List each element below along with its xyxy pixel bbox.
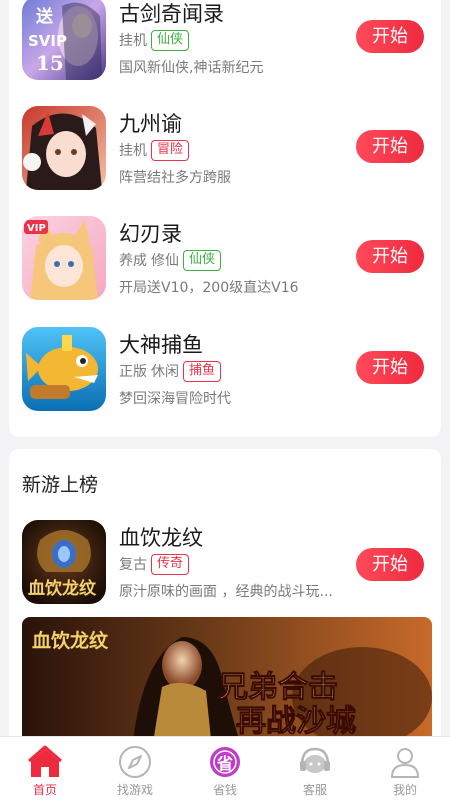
game-tag: 复古 <box>119 557 147 573</box>
game-name[interactable]: 幻刃录 <box>119 218 182 248</box>
genre-badge: 冒险 <box>151 139 190 161</box>
game-tag: 修仙 <box>151 253 179 269</box>
game-name[interactable]: 大神捕鱼 <box>119 329 203 359</box>
tab-save-money[interactable]: 省 省钱 <box>180 737 270 800</box>
game-icon[interactable]: VIP <box>22 216 106 300</box>
game-item[interactable]: 送 SVIP 15 古剑奇闻录 挂机 仙侠 国风新仙侠,神话新纪元 开始 <box>22 0 432 96</box>
banner-slogan-1: 兄弟合击 <box>218 670 338 705</box>
tab-label: 我的 <box>392 783 417 797</box>
game-description: 开局送V10，200级直达V16 <box>119 280 299 296</box>
start-button[interactable]: 开始 <box>356 240 424 273</box>
game-tags: 复古 传奇 <box>119 553 190 575</box>
game-description: 原汁原味的画面 ，经典的战斗玩... <box>119 584 333 600</box>
section-title: 新游上榜 <box>22 474 99 496</box>
game-tags: 养成 修仙 仙侠 <box>119 249 222 271</box>
start-button[interactable]: 开始 <box>356 351 424 384</box>
tab-home[interactable]: 首页 <box>0 737 90 800</box>
start-button[interactable]: 开始 <box>356 548 424 581</box>
compass-icon <box>117 745 153 779</box>
banner-slogan-2: 再战沙城 <box>236 704 356 739</box>
game-item[interactable]: 九州谕 挂机 冒险 阵营结社多方跨服 开始 <box>22 106 432 206</box>
save-money-icon: 省 <box>207 745 243 779</box>
game-tags: 正版 休闲 捕鱼 <box>119 360 222 382</box>
game-name[interactable]: 九州谕 <box>119 108 182 138</box>
tab-label: 省钱 <box>212 783 237 797</box>
game-tag: 休闲 <box>151 364 179 380</box>
game-tag: 正版 <box>119 364 147 380</box>
svg-text:15: 15 <box>36 51 64 75</box>
game-tag: 挂机 <box>119 33 147 49</box>
game-tag: 挂机 <box>119 143 147 159</box>
headset-icon <box>297 745 333 779</box>
game-icon[interactable] <box>22 327 106 411</box>
game-tags: 挂机 冒险 <box>119 139 190 161</box>
genre-badge: 捕鱼 <box>183 360 222 382</box>
vip-badge: VIP <box>27 223 46 234</box>
game-name[interactable]: 血饮龙纹 <box>119 522 203 552</box>
user-icon <box>387 745 423 779</box>
home-icon <box>27 745 63 779</box>
game-icon[interactable] <box>22 106 106 190</box>
game-tags: 挂机 仙侠 <box>119 29 190 51</box>
game-item[interactable]: VIP 幻刃录 养成 修仙 仙侠 开局送V10，200级直达V16 开始 <box>22 216 432 316</box>
game-description: 阵营结社多方跨服 <box>119 170 231 186</box>
game-description: 梦回深海冒险时代 <box>119 391 231 407</box>
promo-banner[interactable]: 血饮龙纹 兄弟合击 再战沙城 <box>22 617 432 749</box>
tab-customer-service[interactable]: 客服 <box>270 737 360 800</box>
bottom-tab-bar: 首页 找游戏 省 省钱 客服 我的 <box>0 736 450 800</box>
game-item[interactable]: 大神捕鱼 正版 休闲 捕鱼 梦回深海冒险时代 开始 <box>22 327 432 427</box>
genre-badge: 仙侠 <box>183 249 222 271</box>
svg-text:省: 省 <box>216 754 233 773</box>
start-button[interactable]: 开始 <box>356 130 424 163</box>
start-button[interactable]: 开始 <box>356 20 424 53</box>
tab-profile[interactable]: 我的 <box>360 737 450 800</box>
tab-label: 客服 <box>302 783 327 797</box>
tab-label: 首页 <box>32 783 57 797</box>
genre-badge: 仙侠 <box>151 29 190 51</box>
banner-logo: 血饮龙纹 <box>32 629 109 652</box>
game-description: 国风新仙侠,神话新纪元 <box>119 60 264 76</box>
icon-logo-text: 血饮龙纹 <box>28 578 97 599</box>
game-item[interactable]: 血饮龙纹 血饮龙纹 复古 传奇 原汁原味的画面 ，经典的战斗玩... 开始 <box>22 520 432 620</box>
game-icon[interactable]: 送 SVIP 15 <box>22 0 106 80</box>
genre-badge: 传奇 <box>151 553 190 575</box>
game-icon[interactable]: 血饮龙纹 <box>22 520 106 604</box>
icon-overlay-text: 送 <box>36 6 54 27</box>
tab-find-games[interactable]: 找游戏 <box>90 737 180 800</box>
game-tag: 养成 <box>119 253 147 269</box>
tab-label: 找游戏 <box>116 783 153 797</box>
svg-text:SVIP: SVIP <box>28 32 67 50</box>
game-name[interactable]: 古剑奇闻录 <box>119 0 224 28</box>
